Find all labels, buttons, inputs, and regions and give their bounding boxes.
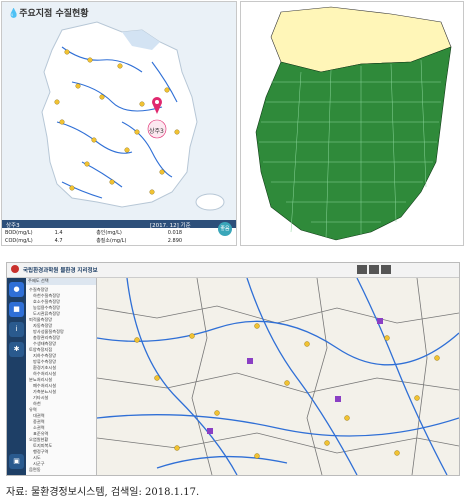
bottom-icon[interactable]: ▣ — [9, 454, 24, 469]
layer-icon[interactable]: ■ — [9, 302, 24, 317]
info-row: 수온(℃) 4 수질현황 관심지점찾기 — [2, 245, 202, 246]
tree-item[interactable]: 읍면동 — [29, 467, 41, 473]
water-quality-map-panel: 💧주요지점 수질현황 상주3 상주3 [2017. 12] 기준 BOD(mg/… — [1, 1, 237, 246]
info-station-name: 상주3 — [6, 223, 20, 229]
metric-label: COD(mg/L) — [5, 238, 33, 244]
info-row: BOD(mg/L) 1.4 총인(mg/L) 0.018 — [2, 229, 202, 237]
station-pin-label: 상주3 — [149, 128, 164, 135]
metric-value: 4 — [55, 245, 95, 246]
toolbar-layer-icon[interactable] — [369, 265, 379, 274]
gis-app-window: 국립환경과학원 물환경 지리정보 ● ■ i ✱ ▣ 주제도 선택 수질측정망 하… — [6, 262, 460, 476]
metric-label: 총질소(mg/L) — [96, 238, 127, 244]
metric-value: 2.890 — [167, 238, 183, 244]
toolbar-print-icon[interactable] — [381, 265, 391, 274]
metric-value: 4.7 — [54, 238, 63, 244]
layer-tree: 주제도 선택 수질측정망 하천수질측정망 호소수질측정망 농업용수측정망 도시관류측정망… — [26, 278, 97, 475]
station-info-box: 상주3 [2017. 12] 기준 BOD(mg/L) 1.4 총인(mg/L)… — [2, 220, 236, 245]
logo-icon — [11, 265, 19, 273]
metric-value: 0.018 — [167, 230, 183, 236]
settings-icon[interactable]: ✱ — [9, 342, 24, 357]
tree-header: 주제도 선택 — [26, 278, 96, 285]
metric-label: 총인(mg/L) — [96, 230, 122, 236]
app-header: 국립환경과학원 물환경 지리정보 — [7, 263, 459, 278]
metric-value: 1.4 — [54, 230, 63, 236]
source-caption: 자료: 물환경정보시스템, 검색일: 2018.1.17. — [6, 487, 200, 498]
viewer-rivers — [97, 278, 459, 475]
map-title: 💧주요지점 수질현황 — [8, 9, 89, 19]
toolbar-map-icon[interactable] — [357, 265, 367, 274]
info-date: [2017. 12] 기준 — [150, 223, 191, 229]
korea-map — [41, 21, 225, 211]
network-map — [255, 6, 452, 241]
viewer-stations — [134, 323, 440, 459]
quality-grade-badge: 좋음 — [218, 222, 232, 236]
info-icon[interactable]: i — [9, 322, 24, 337]
viewer-map — [97, 278, 459, 475]
locate-icon[interactable]: ● — [9, 282, 24, 297]
boundary-lines — [97, 278, 459, 475]
info-row: COD(mg/L) 4.7 총질소(mg/L) 2.890 — [2, 237, 202, 245]
river-network-map-panel — [240, 1, 464, 246]
left-toolbar: ● ■ i ✱ ▣ — [7, 278, 26, 475]
metric-label: 수질현황 관심지점찾기 — [96, 245, 166, 246]
metric-label: 수온(℃) — [2, 245, 53, 246]
metric-label: BOD(mg/L) — [5, 230, 33, 236]
info-rows: BOD(mg/L) 1.4 총인(mg/L) 0.018 COD(mg/L) 4… — [2, 229, 202, 246]
info-header: 상주3 [2017. 12] 기준 — [2, 220, 236, 229]
map-viewer[interactable] — [97, 278, 459, 475]
app-title: 국립환경과학원 물환경 지리정보 — [23, 268, 98, 274]
